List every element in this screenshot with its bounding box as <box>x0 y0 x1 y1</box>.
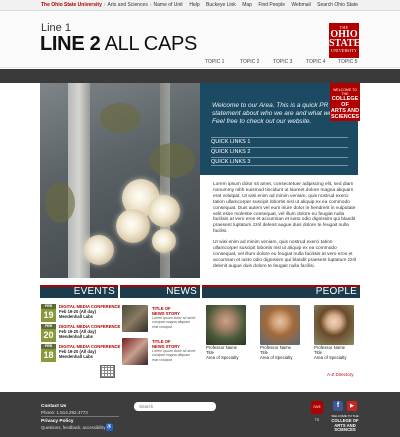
person-card[interactable]: Professor Name Title Area of Specialty <box>206 305 246 360</box>
quick-link-1[interactable]: QUICK LINKS 1 <box>211 137 348 146</box>
event-item[interactable]: FEB 18 DIGITAL MEDIA CONFERENCE Feb 19-20… <box>41 344 120 362</box>
news-title[interactable]: TITLE OF NEWS STORY <box>152 339 180 349</box>
nav-topic-4[interactable]: TOPIC 4 <box>306 59 325 65</box>
person-photo[interactable] <box>206 305 246 345</box>
hero-lamp <box>152 229 176 253</box>
news-thumbnail[interactable] <box>122 338 148 365</box>
person-area: Area of Specialty <box>260 355 293 360</box>
buckeye-link[interactable]: Buckeye Link <box>206 2 236 8</box>
hero-image <box>40 83 200 278</box>
hero-lamp <box>116 209 150 243</box>
person-photo[interactable] <box>314 305 354 345</box>
news-title[interactable]: TITLE OF NEWS STORY <box>152 306 180 316</box>
accessibility-icon[interactable]: ♿ <box>106 424 113 431</box>
news-item[interactable]: TITLE OF NEWS STORY Lorem ipsum dolor sit… <box>122 305 200 332</box>
search-input[interactable] <box>134 402 216 411</box>
news-heading: NEWS <box>166 286 197 297</box>
breadcrumb: The Ohio State University › Arts and Scien… <box>41 0 183 11</box>
event-where: Mendenhall Labs <box>59 314 93 319</box>
news-thumbnail[interactable] <box>122 305 148 332</box>
hero-lamp <box>148 195 180 227</box>
privacy-heading[interactable]: Privacy Policy <box>41 419 74 424</box>
people-header[interactable]: PEOPLE <box>202 285 360 298</box>
hero-foliage <box>150 143 195 178</box>
event-day: 20 <box>41 329 56 342</box>
news-description: Lorem ipsum dolor sit amet volutpat magn… <box>152 349 196 362</box>
osu-home-link[interactable]: The Ohio State University <box>41 2 102 8</box>
nav-topic-5[interactable]: TOPIC 5 <box>338 59 357 65</box>
event-day: 19 <box>41 309 56 322</box>
news-description: Lorem ipsum dolor sit amet volutpat magn… <box>152 316 196 329</box>
facebook-icon[interactable]: f <box>333 401 343 411</box>
give-icon[interactable]: GIVE TO <box>311 401 323 422</box>
event-where: Mendenhall Labs <box>59 354 93 359</box>
youtube-icon[interactable]: ▶ <box>347 401 357 411</box>
privacy-text[interactable]: Questions, feedback, accessibility <box>41 425 106 430</box>
college-badge[interactable]: WELCOME TO THE COLLEGE OF ARTS AND SCIEN… <box>330 83 360 121</box>
event-date: FEB 19 <box>41 304 56 322</box>
help-link[interactable]: Help <box>189 2 199 8</box>
footer-badge-line3: SCIENCES <box>334 427 356 433</box>
topic-nav: TOPIC 1 TOPIC 2 TOPIC 3 TOPIC 4 TOPIC 5 <box>0 56 400 69</box>
footer-divider <box>41 416 119 417</box>
person-photo[interactable] <box>260 305 300 345</box>
event-date: FEB 20 <box>41 324 56 342</box>
badge-welcome: WELCOME TO THE <box>333 88 357 96</box>
event-where: Mendenhall Labs <box>59 334 93 339</box>
logo-bottom: UNIVERSITY <box>331 48 357 53</box>
site-title-bold: LINE 2 <box>40 33 101 55</box>
breadcrumb-parent[interactable]: Arts and Sciences <box>108 2 148 8</box>
directory-link[interactable]: A-Z Directory <box>327 372 354 377</box>
osu-logo[interactable]: THE OHIO STATE UNIVERSITY <box>329 23 361 58</box>
person-area: Area of Specialty <box>314 355 347 360</box>
site-footer: Contact Us Phone: 1.614.292.4773 Privacy… <box>0 392 400 437</box>
hero-lamp <box>84 235 114 265</box>
person-card[interactable]: Professor Name Title Area of Specialty <box>314 305 354 360</box>
hero-foliage <box>100 103 140 133</box>
event-item[interactable]: FEB 19 DIGITAL MEDIA CONFERENCE Feb 19-20… <box>41 304 120 322</box>
breadcrumb-current[interactable]: Name of Unit <box>154 2 183 8</box>
intro-body: Lorem ipsum dolor sit amet, consectetuer… <box>213 182 358 275</box>
header-divider-band <box>0 69 400 83</box>
intro-paragraph-1: Lorem ipsum dolor sit amet, consectetuer… <box>213 182 356 235</box>
event-date: FEB 18 <box>41 344 56 362</box>
news-header[interactable]: NEWS <box>120 285 200 298</box>
find-people-link[interactable]: Find People <box>258 2 285 8</box>
person-card[interactable]: Professor Name Title Area of Specialty <box>260 305 300 360</box>
nav-topic-1[interactable]: TOPIC 1 <box>205 59 224 65</box>
nav-topic-2[interactable]: TOPIC 2 <box>240 59 259 65</box>
intro-paragraph-2: Ut wisi enim ad minim veniam, quis nostr… <box>213 240 357 269</box>
badge-line3: SCIENCES <box>330 114 360 120</box>
nav-topic-3[interactable]: TOPIC 3 <box>273 59 292 65</box>
top-utility-bar: The Ohio State University › Arts and Scien… <box>0 0 400 11</box>
people-heading: PEOPLE <box>315 286 357 297</box>
map-link[interactable]: Map <box>242 2 252 8</box>
search-osu-link[interactable]: Search Ohio State <box>317 2 358 8</box>
badge-line1: COLLEGE OF <box>331 96 359 108</box>
site-title-rest: ALL CAPS <box>104 33 198 55</box>
events-header[interactable]: EVENTS <box>40 285 118 298</box>
footer-college-badge[interactable]: WELCOME TO THE COLLEGE OF ARTS AND SCIEN… <box>331 414 359 434</box>
utility-links: Help Buckeye Link Map Find People Webmai… <box>184 0 358 11</box>
contact-phone: Phone: 1.614.292.4773 <box>41 410 88 415</box>
quick-link-3[interactable]: QUICK LINKS 3 <box>211 157 348 166</box>
contact-heading[interactable]: Contact Us <box>41 404 66 409</box>
event-item[interactable]: FEB 20 DIGITAL MEDIA CONFERENCE Feb 19-20… <box>41 324 120 342</box>
hero-foliage <box>45 183 75 223</box>
calendar-icon[interactable] <box>100 365 115 378</box>
webmail-link[interactable]: Webmail <box>291 2 310 8</box>
event-day: 18 <box>41 349 56 362</box>
news-item[interactable]: TITLE OF NEWS STORY Lorem ipsum dolor sit… <box>122 338 200 365</box>
events-heading: EVENTS <box>73 286 115 297</box>
person-area: Area of Specialty <box>206 355 239 360</box>
quick-link-2[interactable]: QUICK LINKS 2 <box>211 147 348 156</box>
logo-name2: STATE <box>329 38 361 49</box>
site-title-line2[interactable]: LINE 2 ALL CAPS <box>40 33 197 56</box>
